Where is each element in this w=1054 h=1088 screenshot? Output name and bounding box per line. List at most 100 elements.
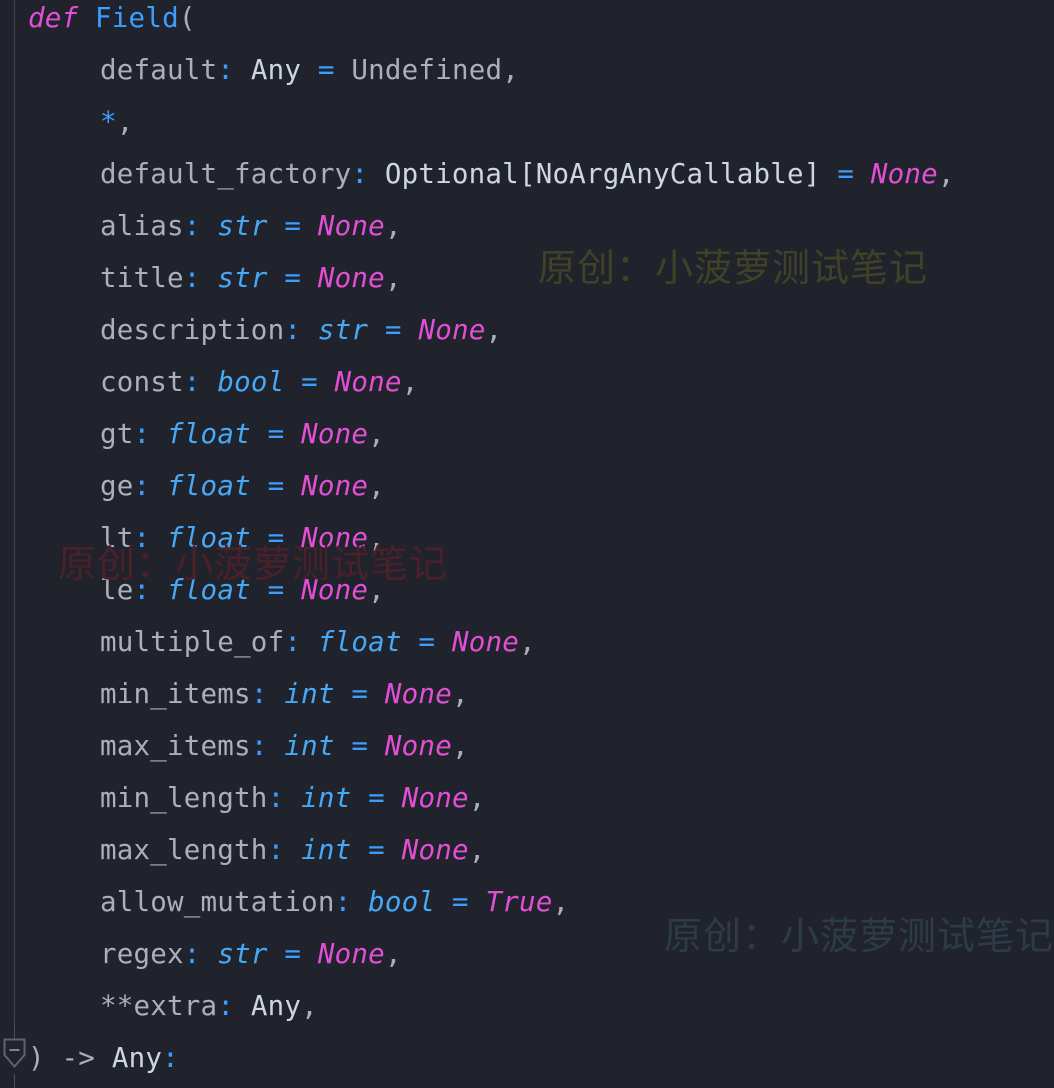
code-line[interactable]: description: str = None, <box>0 304 1054 356</box>
code-token-typeit: str <box>217 938 268 970</box>
code-token-plain: description <box>100 314 285 346</box>
code-token-punct: , <box>384 210 402 242</box>
code-token-typeit: float <box>167 470 251 502</box>
code-line[interactable]: max_items: int = None, <box>0 720 1054 772</box>
watermark-red: 原创：小菠萝测试笔记 <box>58 542 449 586</box>
code-token-typeit: int <box>284 730 335 762</box>
code-token-op: : <box>133 418 151 450</box>
code-token-const: None <box>384 678 452 710</box>
code-token-const: None <box>317 262 385 294</box>
code-editor-viewport: 原创：小菠萝测试笔记 原创：小菠萝测试笔记 def Field(default:… <box>0 0 1054 1088</box>
code-line[interactable]: default_factory: Optional[NoArgAnyCallab… <box>0 148 1054 200</box>
code-token-op: = <box>368 834 385 866</box>
code-token-punct: , <box>368 470 385 502</box>
code-line[interactable]: title: str = None, <box>0 252 1054 304</box>
code-token-op: : <box>267 834 285 866</box>
code-token-const: None <box>451 626 519 658</box>
code-token-op: = <box>284 262 302 294</box>
code-token-op: = <box>267 470 285 502</box>
code-line[interactable]: ge: float = None, <box>0 460 1054 512</box>
code-token-punct: , <box>384 262 402 294</box>
code-token-const: None <box>384 730 452 762</box>
code-token-punct: , <box>468 782 486 814</box>
code-token-type: Any <box>250 990 302 1022</box>
code-token-op: = <box>451 886 469 918</box>
code-token-typeit: str <box>217 262 268 294</box>
code-line[interactable]: min_length: int = None, <box>0 772 1054 824</box>
code-line[interactable]: multiple_of: float = None, <box>0 616 1054 668</box>
code-line[interactable]: gt: float = None, <box>0 408 1054 460</box>
code-line[interactable]: default: Any = Undefined, <box>0 44 1054 96</box>
code-line[interactable]: const: bool = None, <box>0 356 1054 408</box>
code-line[interactable]: allow_mutation: bool = True, <box>0 876 1054 928</box>
code-line[interactable]: def Field( <box>0 0 1054 44</box>
code-token-type: Optional[NoArgAnyCallable] <box>384 158 821 190</box>
code-token-punct: , <box>401 366 419 398</box>
code-token-const: None <box>317 210 385 242</box>
code-token-op: = <box>317 54 335 86</box>
code-token-plain: min_length <box>100 782 268 814</box>
code-token-op: = <box>368 782 385 814</box>
code-token-plain: default <box>100 54 218 86</box>
code-token-op: : <box>133 470 151 502</box>
code-token-op: : <box>250 678 268 710</box>
code-token-op: : <box>183 210 201 242</box>
code-token-punct: , <box>518 626 536 658</box>
code-token-op: : <box>217 990 235 1022</box>
code-token-typeit: bool <box>368 886 436 918</box>
code-token-const: None <box>870 158 938 190</box>
code-line[interactable]: *, <box>0 96 1054 148</box>
code-token-plain: ge <box>100 470 134 502</box>
code-line[interactable]: max_length: int = None, <box>0 824 1054 876</box>
code-token-plain: default_factory <box>100 158 352 190</box>
code-token-typeit: int <box>301 834 352 866</box>
code-token-type: Any <box>111 1042 163 1074</box>
code-token-punct: , <box>485 314 503 346</box>
code-token-op: : <box>183 262 201 294</box>
code-line[interactable]: min_items: int = None, <box>0 668 1054 720</box>
code-token-op: : <box>217 54 235 86</box>
code-line[interactable]: **extra: Any, <box>0 980 1054 1032</box>
code-token-op: : <box>183 938 201 970</box>
code-token-op: : <box>162 1042 179 1074</box>
code-token-op: = <box>351 678 369 710</box>
code-token-punct: , <box>116 106 134 138</box>
code-token-const: None <box>317 938 385 970</box>
code-token-punct: ) <box>28 1042 45 1074</box>
code-token-op: : <box>183 366 201 398</box>
code-token-plain: regex <box>100 938 184 970</box>
code-token-plain: allow_mutation <box>100 886 335 918</box>
code-token-plain: -> <box>61 1042 96 1074</box>
code-line[interactable]: regex: str = None, <box>0 928 1054 980</box>
code-token-plain: extra <box>133 990 218 1022</box>
code-token-typeit: str <box>317 314 369 346</box>
code-line[interactable]: alias: str = None, <box>0 200 1054 252</box>
code-token-plain: max_length <box>100 834 268 866</box>
code-token-op: : <box>284 626 302 658</box>
code-token-punct: , <box>468 834 486 866</box>
code-line[interactable]: ) -> Any: <box>0 1032 1054 1084</box>
code-token-plain: max_items <box>100 730 251 762</box>
code-token-type: Any <box>250 54 302 86</box>
